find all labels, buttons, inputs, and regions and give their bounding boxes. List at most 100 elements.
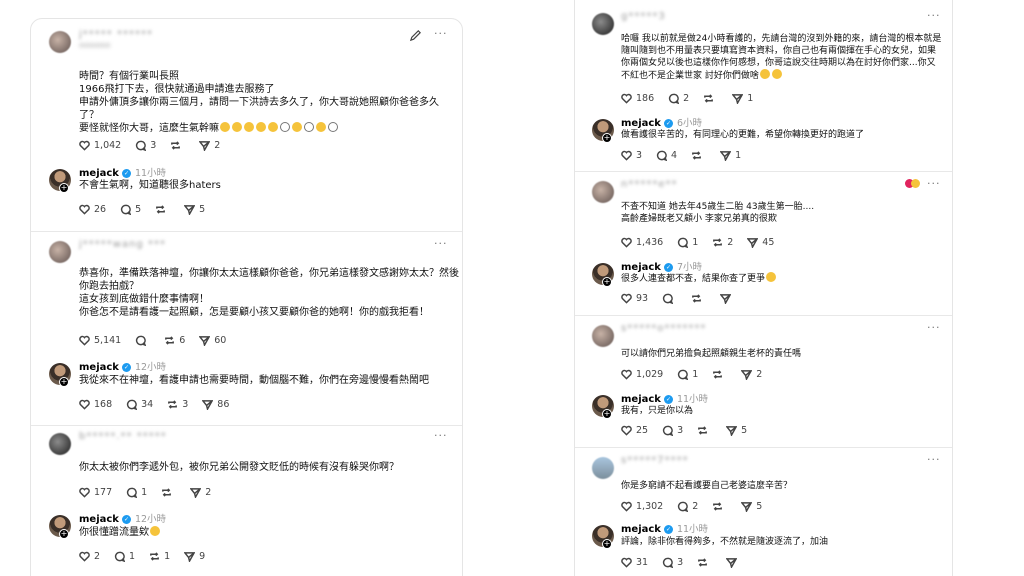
- repost-button[interactable]: 2: [712, 237, 733, 248]
- repost-button[interactable]: [691, 150, 706, 161]
- like-button[interactable]: 2: [79, 551, 100, 562]
- comment-count: 5: [135, 204, 142, 215]
- comment-button[interactable]: 2: [668, 93, 689, 104]
- like-button[interactable]: 93: [621, 293, 648, 304]
- post-time[interactable]: 11小時: [677, 394, 708, 405]
- share-button[interactable]: 5: [726, 425, 747, 436]
- like-button[interactable]: 3: [621, 150, 642, 161]
- like-button[interactable]: 168: [79, 399, 112, 410]
- avatar[interactable]: [592, 325, 614, 347]
- share-button[interactable]: [720, 293, 735, 304]
- like-button[interactable]: 1,029: [621, 369, 663, 380]
- follow-plus-icon[interactable]: +: [602, 539, 612, 549]
- comment-button[interactable]: 3: [662, 557, 683, 568]
- follow-plus-icon[interactable]: +: [59, 377, 69, 387]
- comment-button[interactable]: 2: [677, 501, 698, 512]
- repost-button[interactable]: [712, 501, 727, 512]
- repost-button[interactable]: [697, 557, 712, 568]
- repost-button[interactable]: [703, 93, 718, 104]
- username[interactable]: mejack: [79, 168, 119, 179]
- post-time[interactable]: 11小時: [677, 524, 708, 535]
- repost-button[interactable]: [170, 140, 185, 151]
- username[interactable]: mejack: [79, 362, 119, 373]
- more-icon[interactable]: ···: [434, 27, 448, 40]
- avatar[interactable]: [592, 13, 614, 35]
- share-button[interactable]: 2: [190, 487, 211, 498]
- post-time[interactable]: 11小時: [135, 168, 166, 179]
- like-button[interactable]: 31: [621, 557, 648, 568]
- like-button[interactable]: 25: [621, 425, 648, 436]
- username[interactable]: mejack: [79, 514, 119, 525]
- share-button[interactable]: 5: [184, 204, 205, 215]
- share-button[interactable]: 60: [199, 335, 226, 346]
- follow-plus-icon[interactable]: +: [59, 529, 69, 539]
- share-button[interactable]: 1: [732, 93, 753, 104]
- username[interactable]: mejack: [621, 118, 661, 129]
- follow-plus-icon[interactable]: +: [59, 183, 69, 193]
- follow-plus-icon[interactable]: +: [602, 277, 612, 287]
- repost-button[interactable]: [161, 487, 176, 498]
- username[interactable]: mejack: [621, 524, 661, 535]
- repost-button[interactable]: [691, 293, 706, 304]
- pencil-icon[interactable]: [409, 29, 422, 42]
- share-button[interactable]: 1: [720, 150, 741, 161]
- post-time[interactable]: 12小時: [135, 514, 166, 525]
- share-button[interactable]: 9: [184, 551, 205, 562]
- more-icon[interactable]: ···: [434, 237, 448, 250]
- comment-button[interactable]: 5: [120, 204, 141, 215]
- share-button[interactable]: [726, 557, 741, 568]
- follow-plus-icon[interactable]: +: [602, 133, 612, 143]
- username-blurred[interactable]: s*****7****: [621, 455, 689, 466]
- comment-button[interactable]: 1: [677, 237, 698, 248]
- username-blurred[interactable]: g*****3: [621, 11, 666, 22]
- more-icon[interactable]: ···: [927, 321, 941, 334]
- post-time[interactable]: 12小時: [135, 362, 166, 373]
- repost-button[interactable]: [155, 204, 170, 215]
- comment-button[interactable]: 1: [114, 551, 135, 562]
- share-button[interactable]: 2: [741, 369, 762, 380]
- repost-button[interactable]: 6: [164, 335, 185, 346]
- comment-button[interactable]: 1: [126, 487, 147, 498]
- username-blurred[interactable]: n*****e**: [621, 179, 678, 190]
- repost-button[interactable]: [697, 425, 712, 436]
- avatar[interactable]: [592, 457, 614, 479]
- share-button[interactable]: 45: [747, 237, 774, 248]
- follow-plus-icon[interactable]: +: [602, 409, 612, 419]
- username-blurred[interactable]: b*****.** *****: [79, 431, 167, 442]
- avatar[interactable]: [49, 31, 71, 53]
- like-button[interactable]: 5,141: [79, 335, 121, 346]
- share-button[interactable]: 5: [741, 501, 762, 512]
- username-blurred[interactable]: s*****o*******: [621, 323, 706, 334]
- comment-button[interactable]: [135, 335, 150, 346]
- repost-button[interactable]: 1: [149, 551, 170, 562]
- share-button[interactable]: 2: [199, 140, 220, 151]
- avatar[interactable]: [49, 433, 71, 455]
- more-icon[interactable]: ···: [927, 453, 941, 466]
- comment-button[interactable]: [662, 293, 677, 304]
- heart-icon: [621, 293, 632, 304]
- like-button[interactable]: 1,042: [79, 140, 121, 151]
- more-icon[interactable]: ···: [927, 177, 941, 190]
- username[interactable]: mejack: [621, 394, 661, 405]
- repost-button[interactable]: [712, 369, 727, 380]
- comment-button[interactable]: 1: [677, 369, 698, 380]
- comment-button[interactable]: 34: [126, 399, 153, 410]
- like-button[interactable]: 1,436: [621, 237, 663, 248]
- comment-button[interactable]: 4: [656, 150, 677, 161]
- reply-text: 我有，只是你以為: [621, 406, 694, 416]
- like-button[interactable]: 177: [79, 487, 112, 498]
- like-button[interactable]: 26: [79, 204, 106, 215]
- avatar[interactable]: [49, 241, 71, 263]
- like-button[interactable]: 1,302: [621, 501, 663, 512]
- like-button[interactable]: 186: [621, 93, 654, 104]
- avatar[interactable]: [592, 181, 614, 203]
- share-button[interactable]: 86: [202, 399, 229, 410]
- post-time[interactable]: 6小時: [677, 118, 702, 129]
- comment-button[interactable]: 3: [135, 140, 156, 151]
- comment-button[interactable]: 3: [662, 425, 683, 436]
- username-blurred[interactable]: j***** ******: [79, 29, 153, 40]
- repost-button[interactable]: 3: [167, 399, 188, 410]
- more-icon[interactable]: ···: [434, 429, 448, 442]
- more-icon[interactable]: ···: [927, 9, 941, 22]
- username-blurred[interactable]: j*****wang ***: [79, 239, 166, 250]
